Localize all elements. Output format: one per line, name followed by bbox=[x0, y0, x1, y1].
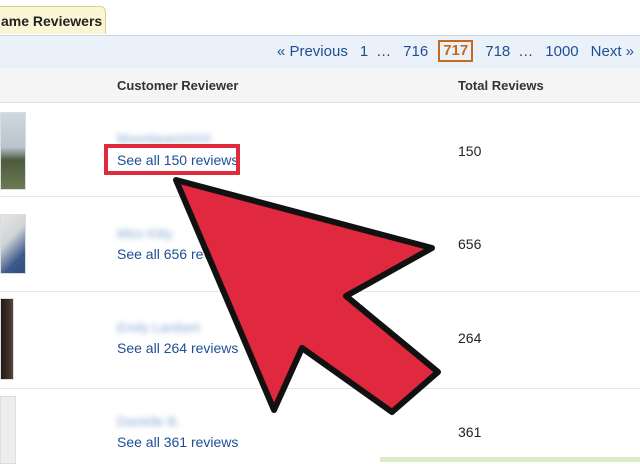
pointer-arrow-icon bbox=[173, 177, 441, 415]
arrow-shape bbox=[173, 177, 441, 415]
